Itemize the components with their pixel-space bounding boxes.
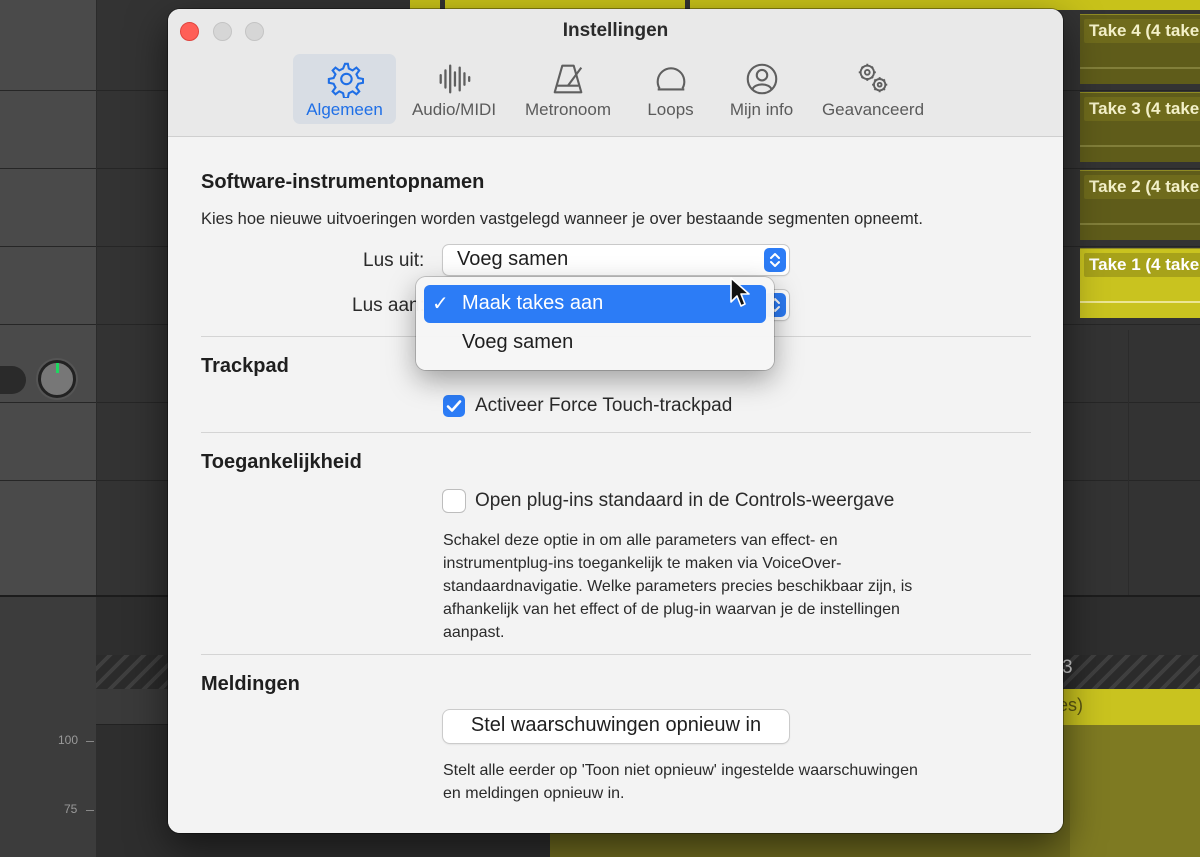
tab-label: Loops [647, 100, 694, 119]
take-region[interactable]: Take 2 (4 takes) [1080, 170, 1200, 240]
person-circle-icon [746, 63, 777, 95]
force-touch-checkbox[interactable] [443, 395, 465, 417]
section-title-accessibility: Toegankelijkheid [201, 451, 362, 473]
waveform-icon [439, 64, 471, 94]
scale-label: 75 [64, 802, 78, 816]
tab-metronoom[interactable]: Metronoom [513, 54, 623, 124]
separator [201, 654, 1031, 655]
tab-label: Algemeen [306, 100, 383, 119]
ruler[interactable] [96, 689, 168, 725]
description-line: en meldingen opnieuw in. [443, 785, 625, 802]
tab-loops[interactable]: Loops [633, 54, 708, 124]
pan-knob[interactable] [38, 360, 76, 398]
scale-tick [86, 810, 94, 811]
scale-label: 100 [58, 733, 79, 747]
chevron-updown-icon [764, 248, 786, 272]
take-region-label: Take 3 (4 takes) [1084, 97, 1200, 121]
description-line: instrumentplug-ins toegankelijk te maken… [443, 555, 842, 572]
menu-item-maak-takes-aan[interactable]: ✓ Maak takes aan [424, 285, 766, 323]
description-line: aanpast. [443, 624, 505, 641]
mouse-pointer-icon [730, 277, 750, 307]
accessibility-description: Schakel deze optie in om alle parameters… [443, 529, 912, 644]
loop-off-popup[interactable]: Voeg samen [443, 245, 789, 275]
separator [201, 432, 1031, 433]
settings-window: Instellingen Algemeen Audio/MIDI Metrono… [168, 9, 1063, 833]
take-region[interactable]: Take 3 (4 takes) [1080, 92, 1200, 162]
controls-view-checkbox[interactable] [443, 490, 465, 512]
waveform [1080, 223, 1200, 225]
hatched-area [96, 655, 168, 689]
grid-line [96, 0, 97, 595]
tab-label: Geavanceerd [821, 100, 925, 119]
reset-warnings-button[interactable]: Stel waarschuwingen opnieuw in [443, 710, 789, 743]
scale-tick [86, 741, 94, 742]
tab-algemeen[interactable]: Algemeen [293, 54, 396, 124]
bar-number: 3 [1062, 657, 1073, 678]
menu-item-label: Maak takes aan [462, 292, 604, 314]
loop-off-label: Lus uit: [363, 250, 425, 271]
description-line: Stelt alle eerder op 'Toon niet opnieuw'… [443, 762, 918, 779]
tab-audio-midi[interactable]: Audio/MIDI [404, 54, 504, 124]
tab-mijn-info[interactable]: Mijn info [718, 54, 805, 124]
tab-label: Audio/MIDI [411, 100, 497, 119]
section-title-trackpad: Trackpad [201, 355, 289, 377]
editor-header [0, 597, 96, 857]
loop-off-value: Voeg samen [457, 248, 569, 270]
software-description: Kies hoe nieuwe uitvoeringen worden vast… [201, 210, 923, 228]
controls-view-label[interactable]: Open plug-ins standaard in de Controls-w… [475, 490, 894, 512]
menu-item-voeg-samen[interactable]: Voeg samen [424, 324, 766, 362]
take-region-label: Take 1 (4 takes) [1084, 253, 1200, 277]
grid-line [1128, 330, 1129, 595]
force-touch-label[interactable]: Activeer Force Touch-trackpad [475, 395, 732, 417]
section-title-notifications: Meldingen [201, 673, 300, 695]
settings-content: Software-instrumentopnamen Kies hoe nieu… [168, 137, 1063, 833]
window-title: Instellingen [562, 20, 669, 41]
metronome-icon [553, 64, 583, 94]
notifications-description: Stelt alle eerder op 'Toon niet opnieuw'… [443, 759, 918, 805]
loop-on-label: Lus aan: [352, 295, 425, 316]
waveform [1080, 67, 1200, 69]
loop-on-dropdown-menu: ✓ Maak takes aan Voeg samen [416, 277, 774, 370]
check-icon: ✓ [432, 293, 449, 315]
take-region-label: Take 2 (4 takes) [1084, 175, 1200, 199]
checkmark-icon [446, 400, 462, 412]
tab-label: Mijn info [729, 100, 794, 119]
toolbar: Instellingen Algemeen Audio/MIDI Metrono… [168, 9, 1063, 137]
section-title-software: Software-instrumentopnamen [201, 171, 485, 193]
take-region-active[interactable]: Take 1 (4 takes) [1080, 248, 1200, 318]
tab-label: Metronoom [525, 100, 611, 119]
hatched-area [1063, 655, 1200, 689]
waveform [1080, 301, 1200, 303]
gear-icon [327, 62, 364, 98]
waveform [1080, 145, 1200, 147]
loop-icon [656, 67, 685, 91]
menu-item-label: Voeg samen [462, 331, 574, 353]
take-region-label: Take 4 (4 takes) [1084, 19, 1200, 43]
region-body [1060, 725, 1200, 857]
take-region[interactable]: Take 4 (4 takes) [1080, 14, 1200, 84]
description-line: Schakel deze optie in om alle parameters… [443, 532, 838, 549]
description-line: standaardnavigatie. Welke parameters pre… [443, 578, 913, 595]
description-line: afhankelijk van het effect of de plug-in… [443, 601, 900, 618]
gears-icon [858, 63, 888, 93]
tab-geavanceerd[interactable]: Geavanceerd [813, 54, 933, 124]
